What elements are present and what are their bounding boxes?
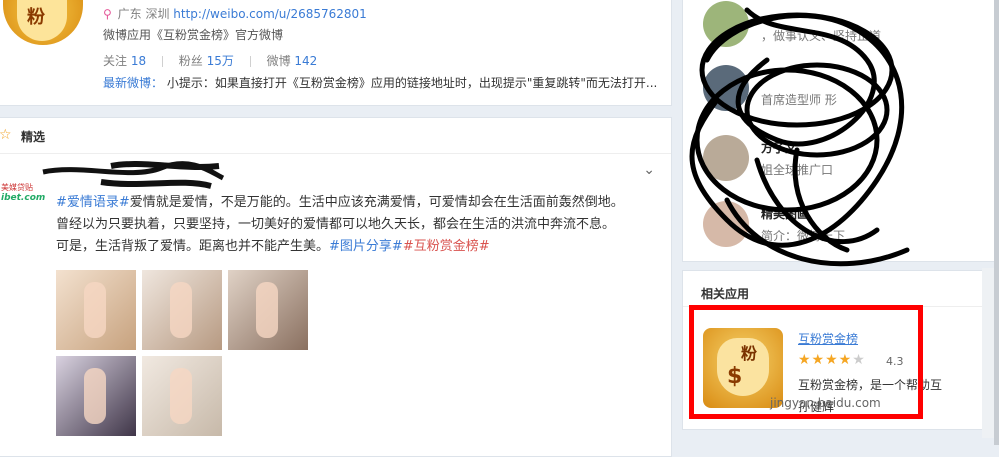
recommended-user[interactable]: 精美图画 简介：微博天下 — [703, 201, 993, 251]
recommended-user[interactable]: 方子文 姐全球推广口 — [703, 135, 993, 185]
avatar[interactable] — [703, 135, 749, 181]
featured-card: ☆ 精选 ⌄ 美媒贷贴 ibet.com #爱情语录#爱情就是爱情，不是万能的。… — [0, 117, 672, 457]
post-content: #爱情语录#爱情就是爱情，不是万能的。生活中应该充满爱情，可爱情却会在生活面前轰… — [56, 192, 656, 258]
star-icon: ☆ — [0, 127, 12, 143]
topic-tag-image-share[interactable]: #图片分享# — [329, 239, 403, 254]
latest-weibo-text[interactable]: 小提示：如果直接打开《互粉赏金榜》应用的链接地址时，出现提示"重复跳转"而无法打… — [167, 76, 658, 90]
avatar[interactable] — [703, 201, 749, 247]
chevron-down-icon[interactable]: ⌄ — [643, 162, 655, 178]
stat-following-count[interactable]: 18 — [131, 54, 146, 68]
avatar[interactable] — [703, 65, 749, 111]
post-image-4[interactable] — [56, 356, 136, 436]
post-text-line3: 可是，生活背叛了爱情。距离也并不能产生美。 — [56, 239, 330, 254]
user-bio: ，做事认义、坚持正道 — [761, 29, 882, 43]
stat-followers-count[interactable]: 15万 — [207, 54, 234, 68]
post-text-line1: 爱情就是爱情，不是万能的。生活中应该充满爱情，可爱情却会在生活面前轰然倒地。 — [129, 195, 624, 210]
user-name[interactable]: 精美图画 — [761, 205, 809, 222]
profile-stats: 关注 18 粉丝 15万 微博 142 — [103, 52, 317, 69]
watermark-text: jingyan.baidu.com — [770, 396, 881, 410]
featured-header: ☆ 精选 — [0, 118, 671, 154]
redaction-scribble — [42, 161, 225, 189]
profile-description: 微博应用《互粉赏金榜》官方微博 — [103, 28, 284, 42]
location-pin-icon: ⚲ — [103, 7, 112, 21]
recommended-user[interactable]: 首席造型师 形 — [703, 65, 993, 115]
related-apps-title: 相关应用 — [701, 287, 750, 301]
poster-logo-line2: ibet.com — [1, 193, 46, 203]
user-bio: 姐全球推广口 — [761, 163, 834, 177]
post-image-5[interactable] — [142, 356, 222, 436]
profile-url-link[interactable]: http://weibo.com/u/2685762801 — [173, 7, 367, 21]
poster-logo-line1: 美媒贷贴 — [1, 183, 33, 192]
post-image-1[interactable] — [56, 270, 136, 350]
latest-weibo: 最新微博： 小提示：如果直接打开《互粉赏金榜》应用的链接地址时，出现提示"重复跳… — [103, 74, 657, 91]
topic-tag-love-quotes[interactable]: #爱情语录# — [56, 195, 130, 210]
user-name[interactable]: 方子文 — [761, 139, 797, 156]
poster-avatar[interactable]: 美媒贷贴 ibet.com — [1, 182, 47, 204]
topic-tag-app[interactable]: #互粉赏金榜# — [403, 239, 490, 254]
stat-followers-label: 粉丝 — [178, 54, 203, 68]
page-edge — [994, 0, 999, 445]
stat-following-label: 关注 — [103, 54, 128, 68]
post-text-line2: 曾经以为只要执着，只要坚持，一切美好的爱情都可以地久天长，都会在生活的洪流中奔流… — [56, 217, 616, 232]
stat-weibo-count[interactable]: 142 — [294, 54, 317, 68]
featured-title: 精选 — [21, 130, 46, 144]
location-line: ⚲ 广东 深圳 http://weibo.com/u/2685762801 — [103, 5, 367, 22]
avatar-glyph: 粉 — [27, 7, 45, 28]
location-text: 广东 深圳 — [117, 7, 170, 21]
post-image-3[interactable] — [228, 270, 308, 350]
latest-weibo-label[interactable]: 最新微博： — [103, 76, 163, 90]
recommended-users-card: ，做事认义、坚持正道 首席造型师 形 方子文 姐全球推广口 精美图画 简介：微博… — [682, 0, 999, 262]
avatar[interactable] — [703, 1, 749, 47]
stat-weibo-label: 微博 — [266, 54, 291, 68]
recommended-user[interactable]: ，做事认义、坚持正道 — [703, 1, 993, 51]
scrollbar-track[interactable] — [982, 268, 994, 438]
user-bio: 简介：微博天下 — [761, 229, 846, 243]
app-avatar[interactable]: 粉 — [3, 0, 83, 45]
post-image-2[interactable] — [142, 270, 222, 350]
user-bio: 首席造型师 形 — [761, 93, 837, 107]
profile-card: 粉 ⚲ 广东 深圳 http://weibo.com/u/2685762801 … — [0, 0, 672, 106]
